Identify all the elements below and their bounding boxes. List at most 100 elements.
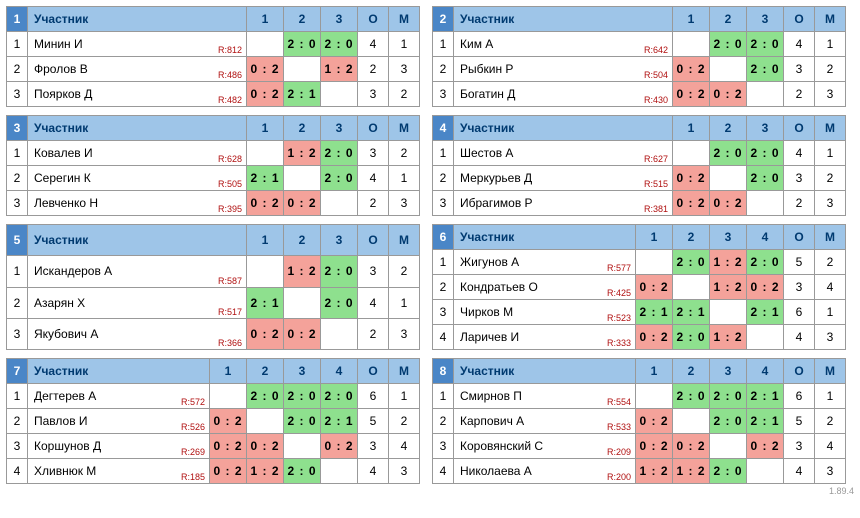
score-cell: 2 : 0 xyxy=(747,141,784,166)
table-row: 1Искандеров АR:5871 : 22 : 032 xyxy=(7,256,420,287)
table-row: 1Ким АR:6422 : 02 : 041 xyxy=(433,32,846,57)
player-rating: R:577 xyxy=(607,263,631,273)
round-header-1: 1 xyxy=(673,7,710,32)
player-name-cell: Фролов ВR:486 xyxy=(28,57,247,82)
m-cell: 3 xyxy=(815,82,846,107)
player-rating: R:628 xyxy=(218,154,242,164)
o-cell: 2 xyxy=(784,82,815,107)
player-name-cell: Смирнов ПR:554 xyxy=(454,384,636,409)
row-number: 3 xyxy=(433,434,454,459)
round-header-2: 2 xyxy=(284,7,321,32)
row-number: 2 xyxy=(7,287,28,318)
table-row: 2Павлов ИR:5260 : 22 : 02 : 152 xyxy=(7,409,420,434)
score-cell: 2 : 1 xyxy=(636,300,673,325)
table-row: 4Хливнюк МR:1850 : 21 : 22 : 043 xyxy=(7,459,420,484)
score-cell: 2 : 1 xyxy=(747,409,784,434)
score-cell xyxy=(321,318,358,349)
o-cell: 3 xyxy=(358,82,389,107)
m-header: М xyxy=(389,225,420,256)
score-cell: 2 : 0 xyxy=(321,141,358,166)
player-rating: R:504 xyxy=(644,70,668,80)
score-cell: 2 : 0 xyxy=(710,459,747,484)
round-header-3: 3 xyxy=(747,116,784,141)
m-cell: 4 xyxy=(389,434,420,459)
round-header-4: 4 xyxy=(747,225,784,250)
row-number: 2 xyxy=(433,409,454,434)
row-number: 3 xyxy=(7,191,28,216)
player-name: Хливнюк М xyxy=(34,464,96,478)
row-number: 1 xyxy=(433,141,454,166)
player-name-cell: Искандеров АR:587 xyxy=(28,256,247,287)
score-cell: 2 : 0 xyxy=(284,384,321,409)
group-table-1: 1Участник123ОМ1Минин ИR:8122 : 02 : 0412… xyxy=(6,6,420,107)
group-table-2: 2Участник123ОМ1Ким АR:6422 : 02 : 0412Ры… xyxy=(432,6,846,107)
o-cell: 4 xyxy=(784,325,815,350)
table-row: 3Коровянский СR:2090 : 20 : 20 : 234 xyxy=(433,434,846,459)
round-header-3: 3 xyxy=(321,7,358,32)
m-cell: 4 xyxy=(815,275,846,300)
score-cell: 1 : 2 xyxy=(710,250,747,275)
row-number: 4 xyxy=(433,459,454,484)
participant-header: Участник xyxy=(28,116,247,141)
score-cell: 2 : 0 xyxy=(247,384,284,409)
player-name: Якубович А xyxy=(34,327,98,341)
o-header: О xyxy=(784,225,815,250)
score-cell: 2 : 0 xyxy=(673,325,710,350)
m-header: М xyxy=(389,116,420,141)
score-cell xyxy=(747,459,784,484)
score-cell xyxy=(710,434,747,459)
score-cell xyxy=(247,256,284,287)
score-cell xyxy=(673,32,710,57)
score-cell: 2 : 0 xyxy=(284,32,321,57)
score-cell xyxy=(636,384,673,409)
player-name: Минин И xyxy=(34,37,83,51)
score-cell: 2 : 1 xyxy=(247,166,284,191)
o-cell: 3 xyxy=(358,434,389,459)
score-cell xyxy=(673,141,710,166)
version-label: 1.89.4 xyxy=(6,486,854,496)
row-number: 4 xyxy=(7,459,28,484)
m-cell: 2 xyxy=(389,409,420,434)
player-rating: R:333 xyxy=(607,338,631,348)
m-cell: 1 xyxy=(389,32,420,57)
participant-header: Участник xyxy=(28,359,210,384)
score-cell xyxy=(747,191,784,216)
round-header-3: 3 xyxy=(710,225,747,250)
o-cell: 4 xyxy=(358,32,389,57)
player-rating: R:486 xyxy=(218,70,242,80)
round-header-4: 4 xyxy=(747,359,784,384)
round-header-1: 1 xyxy=(210,359,247,384)
player-name: Николаева А xyxy=(460,464,532,478)
score-cell: 2 : 0 xyxy=(710,141,747,166)
player-name-cell: Меркурьев ДR:515 xyxy=(454,166,673,191)
o-cell: 3 xyxy=(358,256,389,287)
player-name-cell: Ковалев ИR:628 xyxy=(28,141,247,166)
score-cell: 0 : 2 xyxy=(636,325,673,350)
table-row: 1Ковалев ИR:6281 : 22 : 032 xyxy=(7,141,420,166)
score-cell: 2 : 0 xyxy=(747,32,784,57)
round-header-2: 2 xyxy=(284,116,321,141)
row-number: 3 xyxy=(7,82,28,107)
round-header-1: 1 xyxy=(636,225,673,250)
o-cell: 6 xyxy=(784,384,815,409)
table-row: 2Азарян ХR:5172 : 12 : 041 xyxy=(7,287,420,318)
row-number: 2 xyxy=(7,409,28,434)
table-row: 1Дегтерев АR:5722 : 02 : 02 : 061 xyxy=(7,384,420,409)
player-name-cell: Кондратьев ОR:425 xyxy=(454,275,636,300)
score-cell xyxy=(636,250,673,275)
group-table-6: 6Участник1234ОМ1Жигунов АR:5772 : 01 : 2… xyxy=(432,224,846,350)
group-number-header: 2 xyxy=(433,7,454,32)
row-number: 3 xyxy=(7,434,28,459)
o-cell: 3 xyxy=(784,57,815,82)
player-name-cell: Дегтерев АR:572 xyxy=(28,384,210,409)
score-cell xyxy=(747,325,784,350)
score-cell: 0 : 2 xyxy=(247,82,284,107)
m-header: М xyxy=(389,7,420,32)
score-cell: 0 : 2 xyxy=(210,409,247,434)
round-header-2: 2 xyxy=(284,225,321,256)
o-cell: 4 xyxy=(784,459,815,484)
player-name-cell: Жигунов АR:577 xyxy=(454,250,636,275)
score-cell: 0 : 2 xyxy=(284,318,321,349)
player-name: Искандеров А xyxy=(34,264,112,278)
score-cell: 2 : 0 xyxy=(321,256,358,287)
